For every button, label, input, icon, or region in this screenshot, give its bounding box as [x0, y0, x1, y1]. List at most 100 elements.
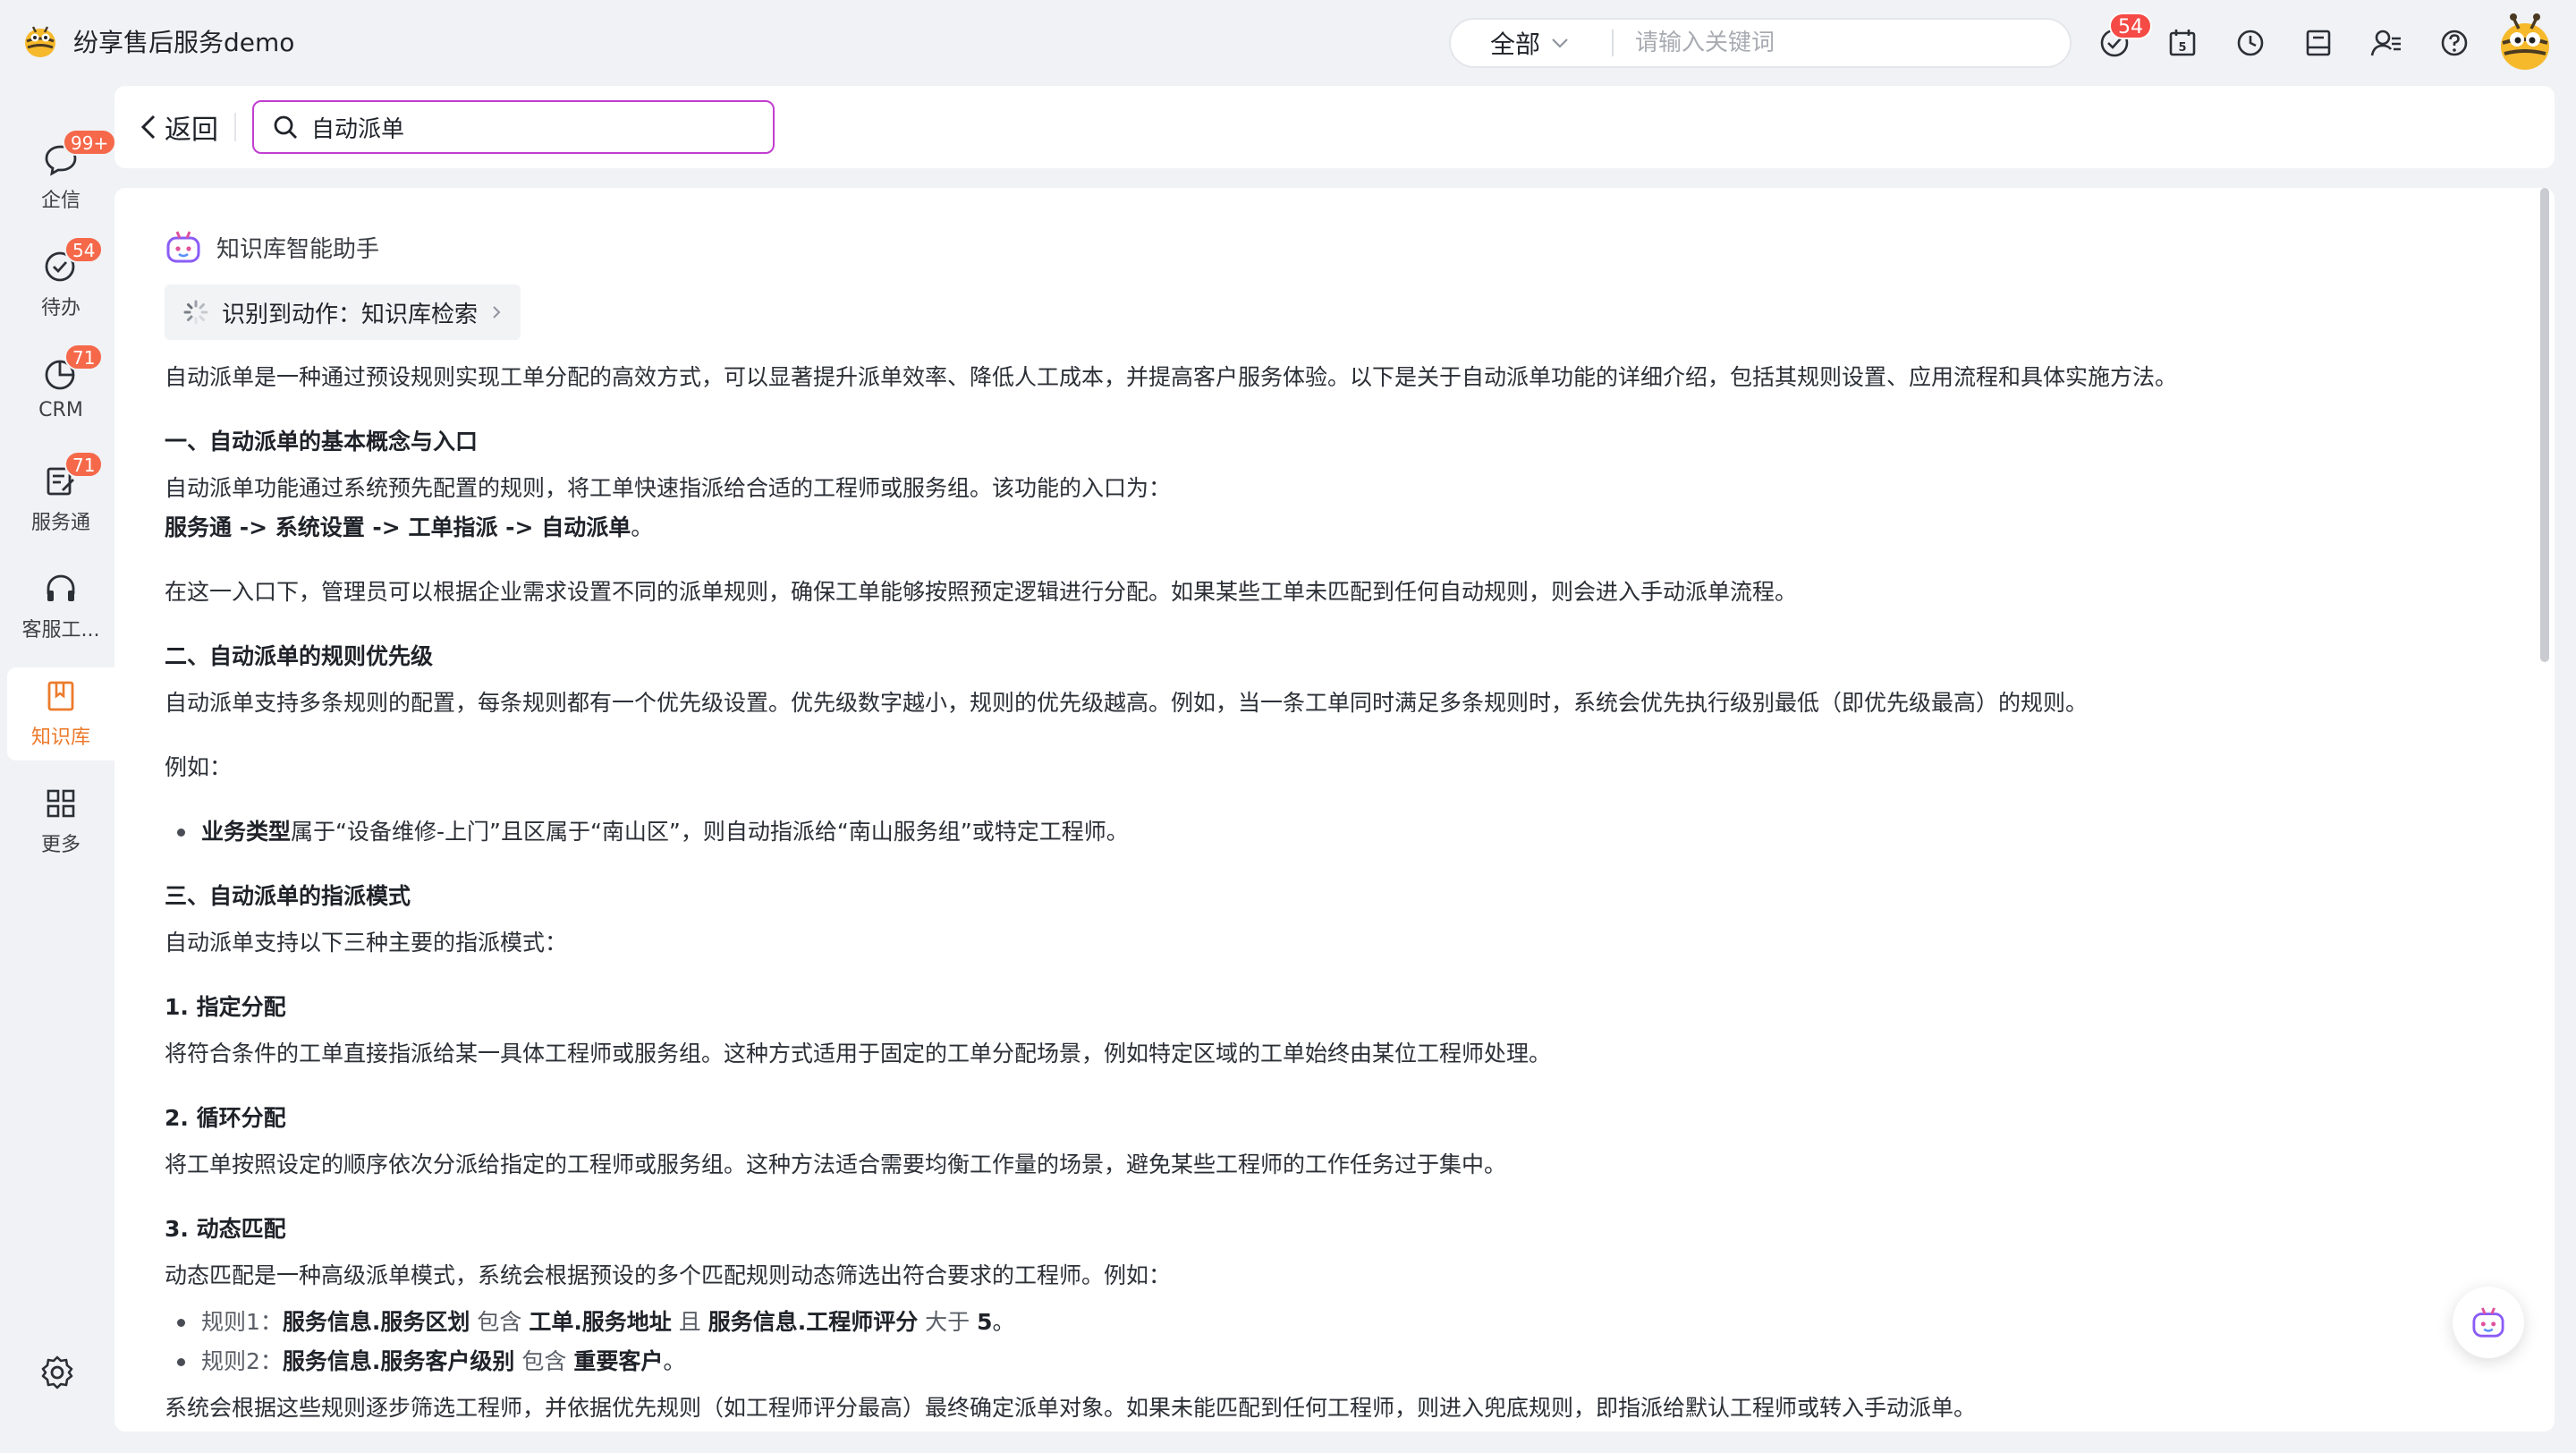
bullet [177, 1357, 185, 1366]
user-avatar[interactable] [2496, 11, 2555, 73]
mode-heading: 1. 指定分配 [165, 994, 286, 1020]
clock-icon [2237, 30, 2264, 56]
sidebar-item-service[interactable]: 71 服务通 [7, 451, 114, 546]
keyword-search-input[interactable] [311, 114, 741, 140]
sidebar-item-messenger[interactable]: 99+ 企信 [7, 129, 117, 224]
sidebar-item-label: 待办 [40, 297, 80, 319]
sidebar-badge: 99+ [63, 129, 117, 156]
sidebar-badge: 54 [64, 236, 104, 263]
notes-button[interactable] [2301, 25, 2336, 61]
todo-badge: 54 [2109, 13, 2152, 39]
sidebar-item-label: CRM [38, 399, 83, 421]
help-button[interactable] [2436, 25, 2472, 61]
intro-paragraph: 自动派单是一种通过预设规则实现工单分配的高效方式，可以显著提升派单效率、降低人工… [165, 364, 2178, 390]
loading-spinner-icon [183, 300, 208, 325]
rule-field: 工单.服务地址 [529, 1309, 672, 1335]
content-panel: 知识库智能助手 识别到动作：知识库检索 自动派单是一种通过预设规则实现工单分配的… [114, 188, 2555, 1432]
sidebar-item-label: 企信 [40, 190, 80, 212]
rule-operator: 且 [671, 1309, 708, 1335]
app-title: 纷享售后服务demo [73, 28, 295, 57]
paragraph: 系统会根据这些规则逐步筛选工程师，并依据优先规则（如工程师评分最高）最终确定派单… [165, 1395, 1977, 1421]
contacts-button[interactable] [2368, 25, 2404, 61]
search-scope-select[interactable]: 全部 [1451, 25, 1612, 61]
rule-end: 。 [663, 1348, 686, 1374]
global-search: 全部 [1449, 18, 2072, 68]
notes-icon [2306, 30, 2331, 56]
assistant-header: 知识库智能助手 [165, 227, 2454, 267]
rule-prefix: 规则2： [201, 1348, 283, 1374]
sidebar-item-label: 更多 [40, 834, 80, 856]
entry-path-text: 服务通 -> 系统设置 -> 工单指派 -> 自动派单 [165, 514, 631, 540]
list-item: 业务类型 属于“设备维修-上门”且区属于“南山区”，则自动指派给“南山服务组”或特… [165, 814, 2454, 850]
calendar-button[interactable]: 5 [2165, 25, 2200, 61]
rule-end: 。 [992, 1309, 1015, 1335]
section-heading: 三、自动派单的指派模式 [165, 883, 411, 909]
paragraph: 在这一入口下，管理员可以根据企业需求设置不同的派单规则，确保工单能够按照预定逻辑… [165, 579, 1798, 605]
todo-button[interactable]: 54 [2097, 13, 2152, 61]
scrollbar[interactable] [2540, 188, 2549, 662]
assistant-title: 知识库智能助手 [216, 235, 380, 263]
global-search-input[interactable] [1635, 30, 2029, 56]
header-divider [234, 113, 236, 141]
book-icon [47, 681, 74, 711]
back-label: 返回 [165, 115, 218, 146]
bullet [177, 1318, 185, 1327]
gear-icon[interactable] [39, 1355, 75, 1390]
chevron-left-icon [140, 115, 156, 140]
sidebar-item-crm[interactable]: 71 CRM [7, 344, 114, 438]
keyword-search-box[interactable] [252, 100, 775, 154]
rule-operator: 大于 [918, 1309, 978, 1335]
list-item-text: 属于“设备维修-上门”且区属于“南山区”，则自动指派给“南山服务组”或特定工程师… [291, 819, 1129, 845]
robot-assistant-icon [2472, 1307, 2504, 1338]
paragraph: 动态匹配是一种高级派单模式，系统会根据预设的多个匹配规则动态筛选出符合要求的工程… [165, 1262, 1172, 1288]
paragraph: 自动派单支持多条规则的配置，每条规则都有一个优先级设置。优先级数字越小，规则的优… [165, 690, 2089, 716]
bee-logo-icon[interactable] [20, 20, 61, 61]
bullet [177, 828, 185, 837]
search-scope-label: 全部 [1490, 30, 1541, 59]
rule-field: 重要客户 [573, 1348, 664, 1374]
assistant-fab-button[interactable] [2453, 1287, 2524, 1358]
section-heading: 二、自动派单的规则优先级 [165, 643, 434, 669]
paragraph: 将符合条件的工单直接指派给某一具体工程师或服务组。这种方式适用于固定的工单分配场… [165, 1041, 1552, 1066]
bold-term: 业务类型 [201, 819, 292, 845]
sidebar-item-customer-service[interactable]: 客服工... [7, 560, 114, 653]
help-icon [2441, 30, 2468, 56]
search-icon [274, 115, 297, 139]
top-bar: 纷享售后服务demo 全部 54 5 [0, 0, 2576, 86]
paragraph: 自动派单功能通过系统预先配置的规则，将工单快速指派给合适的工程师或服务组。该功能… [165, 475, 1172, 501]
svg-text:5: 5 [2178, 41, 2186, 55]
history-button[interactable] [2233, 25, 2268, 61]
grid-icon [47, 789, 75, 818]
calendar-icon: 5 [2169, 30, 2196, 56]
entry-path: 服务通 -> 系统设置 -> 工单指派 -> 自动派单。 [165, 510, 2454, 546]
example-label: 例如： [165, 754, 233, 780]
sidebar-item-label: 服务通 [30, 512, 90, 534]
entry-path-end: 。 [631, 514, 654, 540]
recognized-action-text: 识别到动作：知识库检索 [222, 301, 479, 328]
mode-heading: 2. 循环分配 [165, 1105, 286, 1131]
search-header-panel: 返回 [114, 86, 2555, 168]
contacts-icon [2370, 30, 2401, 56]
chevron-down-icon [1552, 38, 1568, 48]
rule-field: 服务信息.服务客户级别 [282, 1348, 515, 1374]
recognized-action-chip[interactable]: 识别到动作：知识库检索 [165, 285, 521, 340]
back-button[interactable]: 返回 [138, 107, 218, 147]
headset-icon [47, 574, 75, 601]
sidebar-badge: 71 [64, 451, 104, 478]
section-heading: 一、自动派单的基本概念与入口 [165, 429, 479, 455]
sidebar-item-todo[interactable]: 54 待办 [7, 236, 114, 331]
mode-heading: 3. 动态匹配 [165, 1216, 286, 1242]
search-divider [1612, 30, 1614, 56]
paragraph: 将工单按照设定的顺序依次分派给指定的工程师或服务组。这种方法适合需要均衡工作量的… [165, 1151, 1507, 1177]
paragraph: 自动派单支持以下三种主要的指派模式： [165, 930, 568, 956]
chevron-right-icon [493, 306, 501, 319]
rule-value: 5 [977, 1309, 993, 1335]
rule-field: 服务信息.工程师评分 [708, 1309, 919, 1335]
sidebar: 99+ 企信 54 待办 71 CRM 71 服务通 客服工... 知识库 更多 [0, 86, 117, 1453]
rule-prefix: 规则1： [201, 1309, 283, 1335]
sidebar-item-more[interactable]: 更多 [7, 775, 114, 868]
sidebar-item-knowledge-base[interactable]: 知识库 [7, 667, 114, 760]
rule-operator: 包含 [470, 1309, 530, 1335]
rule-operator: 包含 [514, 1348, 574, 1374]
sidebar-item-label: 客服工... [21, 619, 100, 642]
